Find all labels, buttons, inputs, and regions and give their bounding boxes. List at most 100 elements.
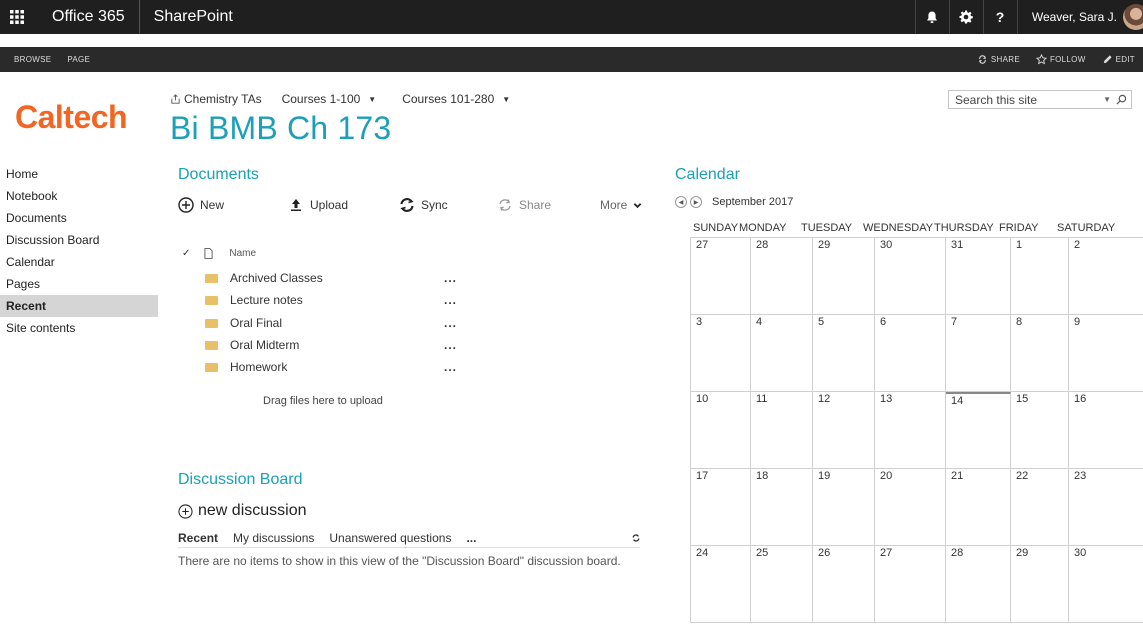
tab-my-discussions[interactable]: My discussions [233, 531, 314, 545]
calendar-day-cell[interactable]: 24 [691, 546, 751, 623]
calendar-day-cell[interactable]: 18 [751, 469, 813, 546]
calendar-day-number[interactable]: 2 [1074, 239, 1080, 251]
calendar-day-number[interactable]: 20 [880, 470, 892, 482]
calendar-day-number[interactable]: 18 [756, 470, 768, 482]
item-menu-button[interactable]: ... [444, 316, 457, 330]
folder-name[interactable]: Lecture notes [230, 293, 303, 307]
calendar-day-number[interactable]: 13 [880, 393, 892, 405]
ribbon-tab-browse[interactable]: BROWSE [0, 55, 59, 64]
sync-button[interactable]: Sync [399, 197, 497, 213]
refresh-icon[interactable] [632, 533, 640, 542]
calendar-day-number[interactable]: 1 [1016, 239, 1022, 251]
calendar-day-cell[interactable]: 30 [875, 238, 946, 315]
calendar-day-cell[interactable]: 4 [751, 315, 813, 392]
new-discussion-button[interactable]: new discussion [178, 502, 307, 520]
list-item[interactable]: Oral Final [205, 316, 282, 330]
calendar-day-cell[interactable]: 2 [1069, 238, 1143, 315]
calendar-day-cell[interactable]: 5 [813, 315, 875, 392]
calendar-day-number[interactable]: 11 [756, 393, 767, 405]
calendar-day-number[interactable]: 22 [1016, 470, 1028, 482]
calendar-day-cell[interactable]: 7 [946, 315, 1011, 392]
folder-name[interactable]: Oral Final [230, 316, 282, 330]
calendar-day-cell[interactable]: 13 [875, 392, 946, 469]
calendar-day-cell[interactable]: 30 [1069, 546, 1143, 623]
calendar-day-cell[interactable]: 6 [875, 315, 946, 392]
folder-name[interactable]: Archived Classes [230, 271, 323, 285]
office-365-link[interactable]: Office 365 [34, 0, 140, 34]
calendar-day-number[interactable]: 7 [951, 316, 957, 328]
discussion-board-title[interactable]: Discussion Board [178, 471, 303, 489]
calendar-day-cell[interactable]: 19 [813, 469, 875, 546]
calendar-day-number[interactable]: 8 [1016, 316, 1022, 328]
follow-button[interactable]: FOLLOW [1028, 54, 1094, 65]
help-icon[interactable]: ? [982, 0, 1017, 34]
more-views-button[interactable]: ... [466, 531, 476, 545]
sidebar-item-documents[interactable]: Documents [0, 207, 158, 229]
gear-icon[interactable] [948, 0, 983, 34]
calendar-day-cell[interactable]: 28 [946, 546, 1011, 623]
list-item[interactable]: Oral Midterm [205, 338, 299, 352]
upload-button[interactable]: Upload [288, 197, 399, 213]
drag-upload-hint[interactable]: Drag files here to upload [263, 395, 383, 407]
calendar-day-number[interactable]: 5 [818, 316, 824, 328]
sidebar-item-calendar[interactable]: Calendar [0, 251, 158, 273]
calendar-day-cell[interactable]: 1 [1011, 238, 1069, 315]
folder-name[interactable]: Oral Midterm [230, 338, 299, 352]
calendar-day-cell[interactable]: 16 [1069, 392, 1143, 469]
calendar-day-number[interactable]: 16 [1074, 393, 1086, 405]
list-item[interactable]: Archived Classes [205, 271, 323, 285]
calendar-day-number[interactable]: 23 [1074, 470, 1086, 482]
list-item[interactable]: Lecture notes [205, 293, 303, 307]
previous-month-button[interactable]: ◀ [675, 196, 687, 208]
calendar-day-cell[interactable]: 23 [1069, 469, 1143, 546]
calendar-day-cell[interactable]: 22 [1011, 469, 1069, 546]
share-page-button[interactable]: SHARE [969, 54, 1028, 65]
calendar-day-number[interactable]: 3 [696, 316, 702, 328]
item-menu-button[interactable]: ... [444, 360, 457, 374]
calendar-day-cell[interactable]: 8 [1011, 315, 1069, 392]
calendar-day-cell[interactable]: 27 [691, 238, 751, 315]
new-document-button[interactable]: New [178, 197, 288, 213]
sidebar-item-recent[interactable]: Recent [0, 295, 158, 317]
list-item[interactable]: Homework [205, 360, 287, 374]
calendar-day-number[interactable]: 6 [880, 316, 886, 328]
calendar-day-cell[interactable]: 9 [1069, 315, 1143, 392]
check-icon[interactable]: ✓ [182, 248, 190, 259]
calendar-day-number[interactable]: 28 [951, 547, 963, 559]
calendar-day-number[interactable]: 12 [818, 393, 830, 405]
calendar-title[interactable]: Calendar [675, 166, 740, 184]
calendar-day-number[interactable]: 27 [696, 239, 708, 251]
search-scope-icon[interactable]: ▼ [1103, 95, 1111, 104]
user-menu[interactable]: Weaver, Sara J. [1016, 0, 1123, 34]
calendar-day-number[interactable]: 30 [1074, 547, 1086, 559]
calendar-day-number[interactable]: 15 [1016, 393, 1028, 405]
calendar-day-cell[interactable]: 28 [751, 238, 813, 315]
topnav-chemistry-tas[interactable]: Chemistry TAs [170, 92, 262, 106]
share-button[interactable]: Share [497, 197, 600, 213]
calendar-day-cell[interactable]: 3 [691, 315, 751, 392]
topnav-courses-1-100[interactable]: Courses 1-100 ▼ [282, 92, 377, 106]
calendar-day-cell[interactable]: 27 [875, 546, 946, 623]
calendar-day-number[interactable]: 29 [1016, 547, 1028, 559]
edit-page-button[interactable]: EDIT [1094, 54, 1143, 65]
bell-icon[interactable] [914, 0, 949, 34]
sidebar-item-discussion-board[interactable]: Discussion Board [0, 229, 158, 251]
calendar-day-cell[interactable]: 20 [875, 469, 946, 546]
calendar-day-cell[interactable]: 29 [1011, 546, 1069, 623]
avatar[interactable] [1123, 4, 1143, 30]
calendar-day-cell[interactable]: 21 [946, 469, 1011, 546]
tab-unanswered-questions[interactable]: Unanswered questions [329, 531, 451, 545]
calendar-day-number[interactable]: 24 [696, 547, 708, 559]
item-menu-button[interactable]: ... [444, 338, 457, 352]
next-month-button[interactable]: ▶ [690, 196, 702, 208]
item-menu-button[interactable]: ... [444, 293, 457, 307]
calendar-day-number[interactable]: 28 [756, 239, 768, 251]
calendar-day-cell[interactable]: 10 [691, 392, 751, 469]
search-box[interactable]: Search this site ▼ [948, 90, 1132, 109]
calendar-day-cell[interactable]: 26 [813, 546, 875, 623]
calendar-day-cell[interactable]: 11 [751, 392, 813, 469]
sidebar-item-home[interactable]: Home [0, 163, 158, 185]
calendar-day-number[interactable]: 27 [880, 547, 892, 559]
calendar-day-cell[interactable]: 12 [813, 392, 875, 469]
search-icon[interactable] [1116, 94, 1127, 105]
